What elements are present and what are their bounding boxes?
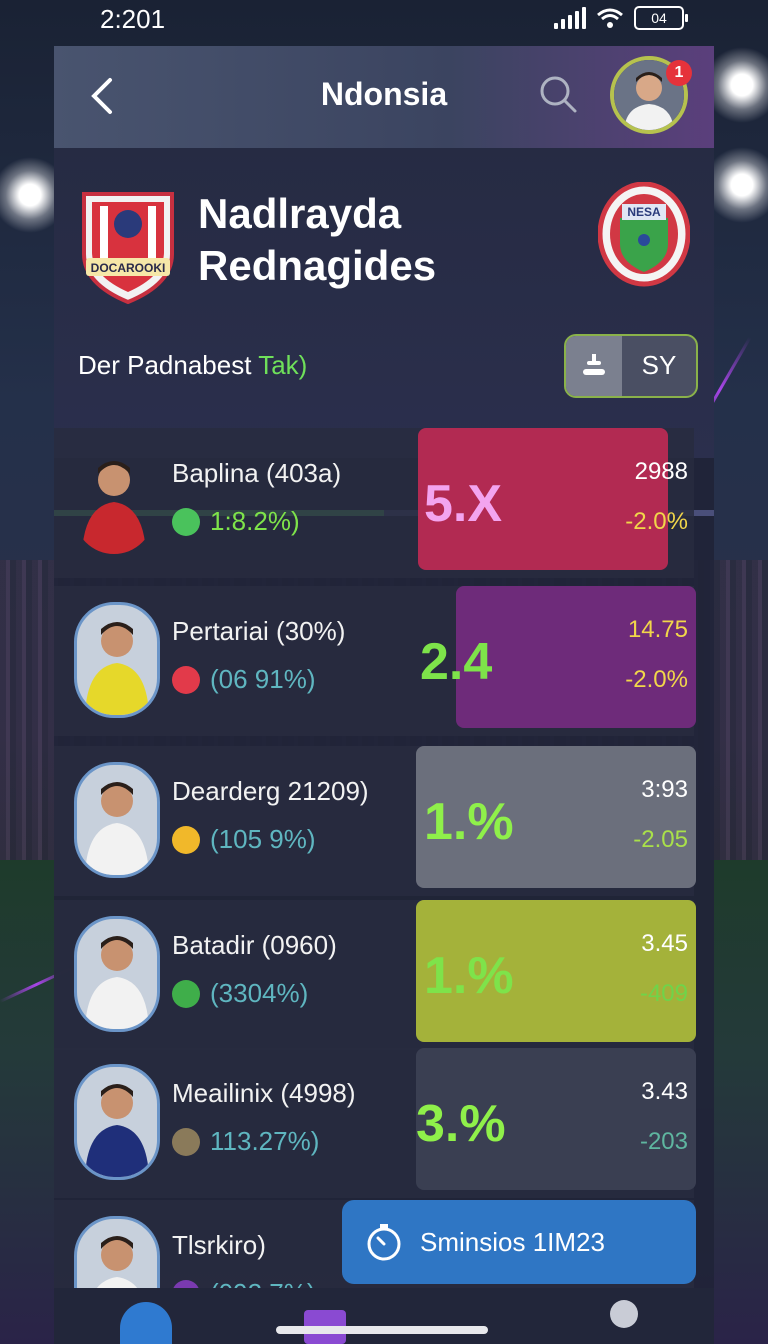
top-bar: Ndonsia 1: [54, 46, 714, 148]
view-toggle[interactable]: SY: [564, 334, 698, 398]
timer-icon: [367, 1224, 401, 1261]
odds-multiplier: 1.%: [424, 793, 514, 851]
home-icon[interactable]: [120, 1302, 172, 1344]
subtitle-highlight: Tak): [258, 350, 308, 380]
crest-lettering: NESA: [627, 205, 661, 219]
subtitle-text: Der Padnabest: [78, 350, 259, 380]
player-name: Meailinix (4998): [172, 1078, 356, 1108]
odds-change: -409: [639, 980, 688, 1007]
player-stat: 1:8.2%): [172, 506, 300, 537]
player-photo: [74, 1216, 160, 1296]
status-time: 2:201: [100, 4, 166, 34]
player-row[interactable]: Baplina (403a) 1:8.2%) 5.X 2988 -2.0%: [54, 428, 714, 578]
match-header: DOCAROOKI Nadlrayda Rednagides NESA Der …: [54, 148, 714, 516]
odds-value: 3.45: [641, 930, 688, 957]
notification-badge: 1: [666, 60, 692, 86]
odds-multiplier: 2.4: [420, 633, 493, 691]
player-name: Baplina (403a): [172, 458, 342, 488]
player-name: Tlsrkiro): [172, 1230, 266, 1260]
player-stat: (3304%): [172, 978, 308, 1009]
signal-icon: [554, 7, 586, 29]
player-row[interactable]: Pertariai (30%) (06 91%) 2.4 14.75 -2.0%: [54, 586, 714, 736]
odds-change: -2.0%: [625, 508, 688, 535]
flag-icon: [172, 665, 200, 694]
player-photo: [74, 444, 154, 554]
search-icon[interactable]: [538, 74, 578, 114]
odds-change: -2.05: [633, 826, 688, 853]
player-row[interactable]: Dearderg 21209) (105 9%) 1.% 3:93 -2.05: [54, 746, 714, 896]
player-photo: [74, 1064, 160, 1180]
player-pct: 113.27%): [210, 1126, 320, 1156]
opponent-crest-icon: NESA: [598, 182, 690, 287]
match-subtitle: Der Padnabest Tak): [78, 350, 307, 381]
odds-value: 3:93: [641, 776, 688, 803]
home-indicator: [276, 1326, 488, 1334]
floodlight: [712, 140, 768, 230]
odds-value: 3.43: [641, 1078, 688, 1105]
ball-icon: [172, 1127, 200, 1156]
player-pct: (3304%): [210, 978, 309, 1008]
player-row[interactable]: Batadir (0960) (3304%) 1.% 3.45 -409: [54, 900, 714, 1050]
team-name: Nadlrayda Rednagides: [198, 188, 436, 292]
player-stat: (06 91%): [172, 664, 316, 695]
odds-multiplier: 3.%: [416, 1095, 506, 1153]
player-pct: (105 9%): [210, 824, 316, 854]
stream-button-label: Sminsios 1IM23: [420, 1226, 605, 1257]
bottom-nav: [54, 1288, 714, 1344]
status-bar: 2:201 04: [0, 0, 768, 40]
floodlight: [712, 40, 768, 130]
stream-button[interactable]: Sminsios 1IM23: [342, 1200, 696, 1284]
wifi-icon: [597, 8, 623, 28]
crest-lettering: DOCAROOKI: [91, 261, 166, 275]
player-row[interactable]: Meailinix (4998) 113.27%) 3.% 3.43 -203: [54, 1048, 714, 1198]
odds-multiplier: 5.X: [424, 475, 503, 533]
flag-icon: [172, 979, 200, 1008]
soccer-ball-icon: [172, 507, 200, 536]
player-name: Batadir (0960): [172, 930, 337, 960]
player-photo: [74, 602, 160, 718]
player-photo: [74, 916, 160, 1032]
odds-multiplier: 1.%: [424, 947, 514, 1005]
odds-value: 14.75: [627, 616, 688, 643]
player-name: Dearderg 21209): [172, 776, 369, 806]
app-panel: Ndonsia 1 DOCAROOKI Nadlrayda Rednagides…: [54, 46, 714, 1296]
player-pct: 1:8.2%): [210, 506, 300, 536]
player-stat: 113.27%): [172, 1126, 319, 1157]
player-pct: (06 91%): [210, 664, 316, 694]
odds-change: -2.0%: [625, 666, 688, 693]
battery-icon: 04: [634, 6, 688, 30]
profile-icon[interactable]: [610, 1300, 638, 1328]
player-stat: (105 9%): [172, 824, 316, 855]
team-crest-icon: DOCAROOKI: [82, 192, 174, 304]
player-name: Pertariai (30%): [172, 616, 346, 646]
player-photo: [74, 762, 160, 878]
odds-value: 2988: [634, 458, 688, 485]
team-name-line1: Nadlrayda: [198, 190, 402, 237]
toggle-label[interactable]: SY: [622, 336, 696, 396]
team-name-line2: Rednagides: [198, 242, 437, 289]
settings-toggle-icon[interactable]: [566, 336, 622, 396]
floodlight: [0, 150, 60, 240]
odds-change: -203: [639, 1128, 688, 1155]
flag-icon: [172, 825, 200, 854]
